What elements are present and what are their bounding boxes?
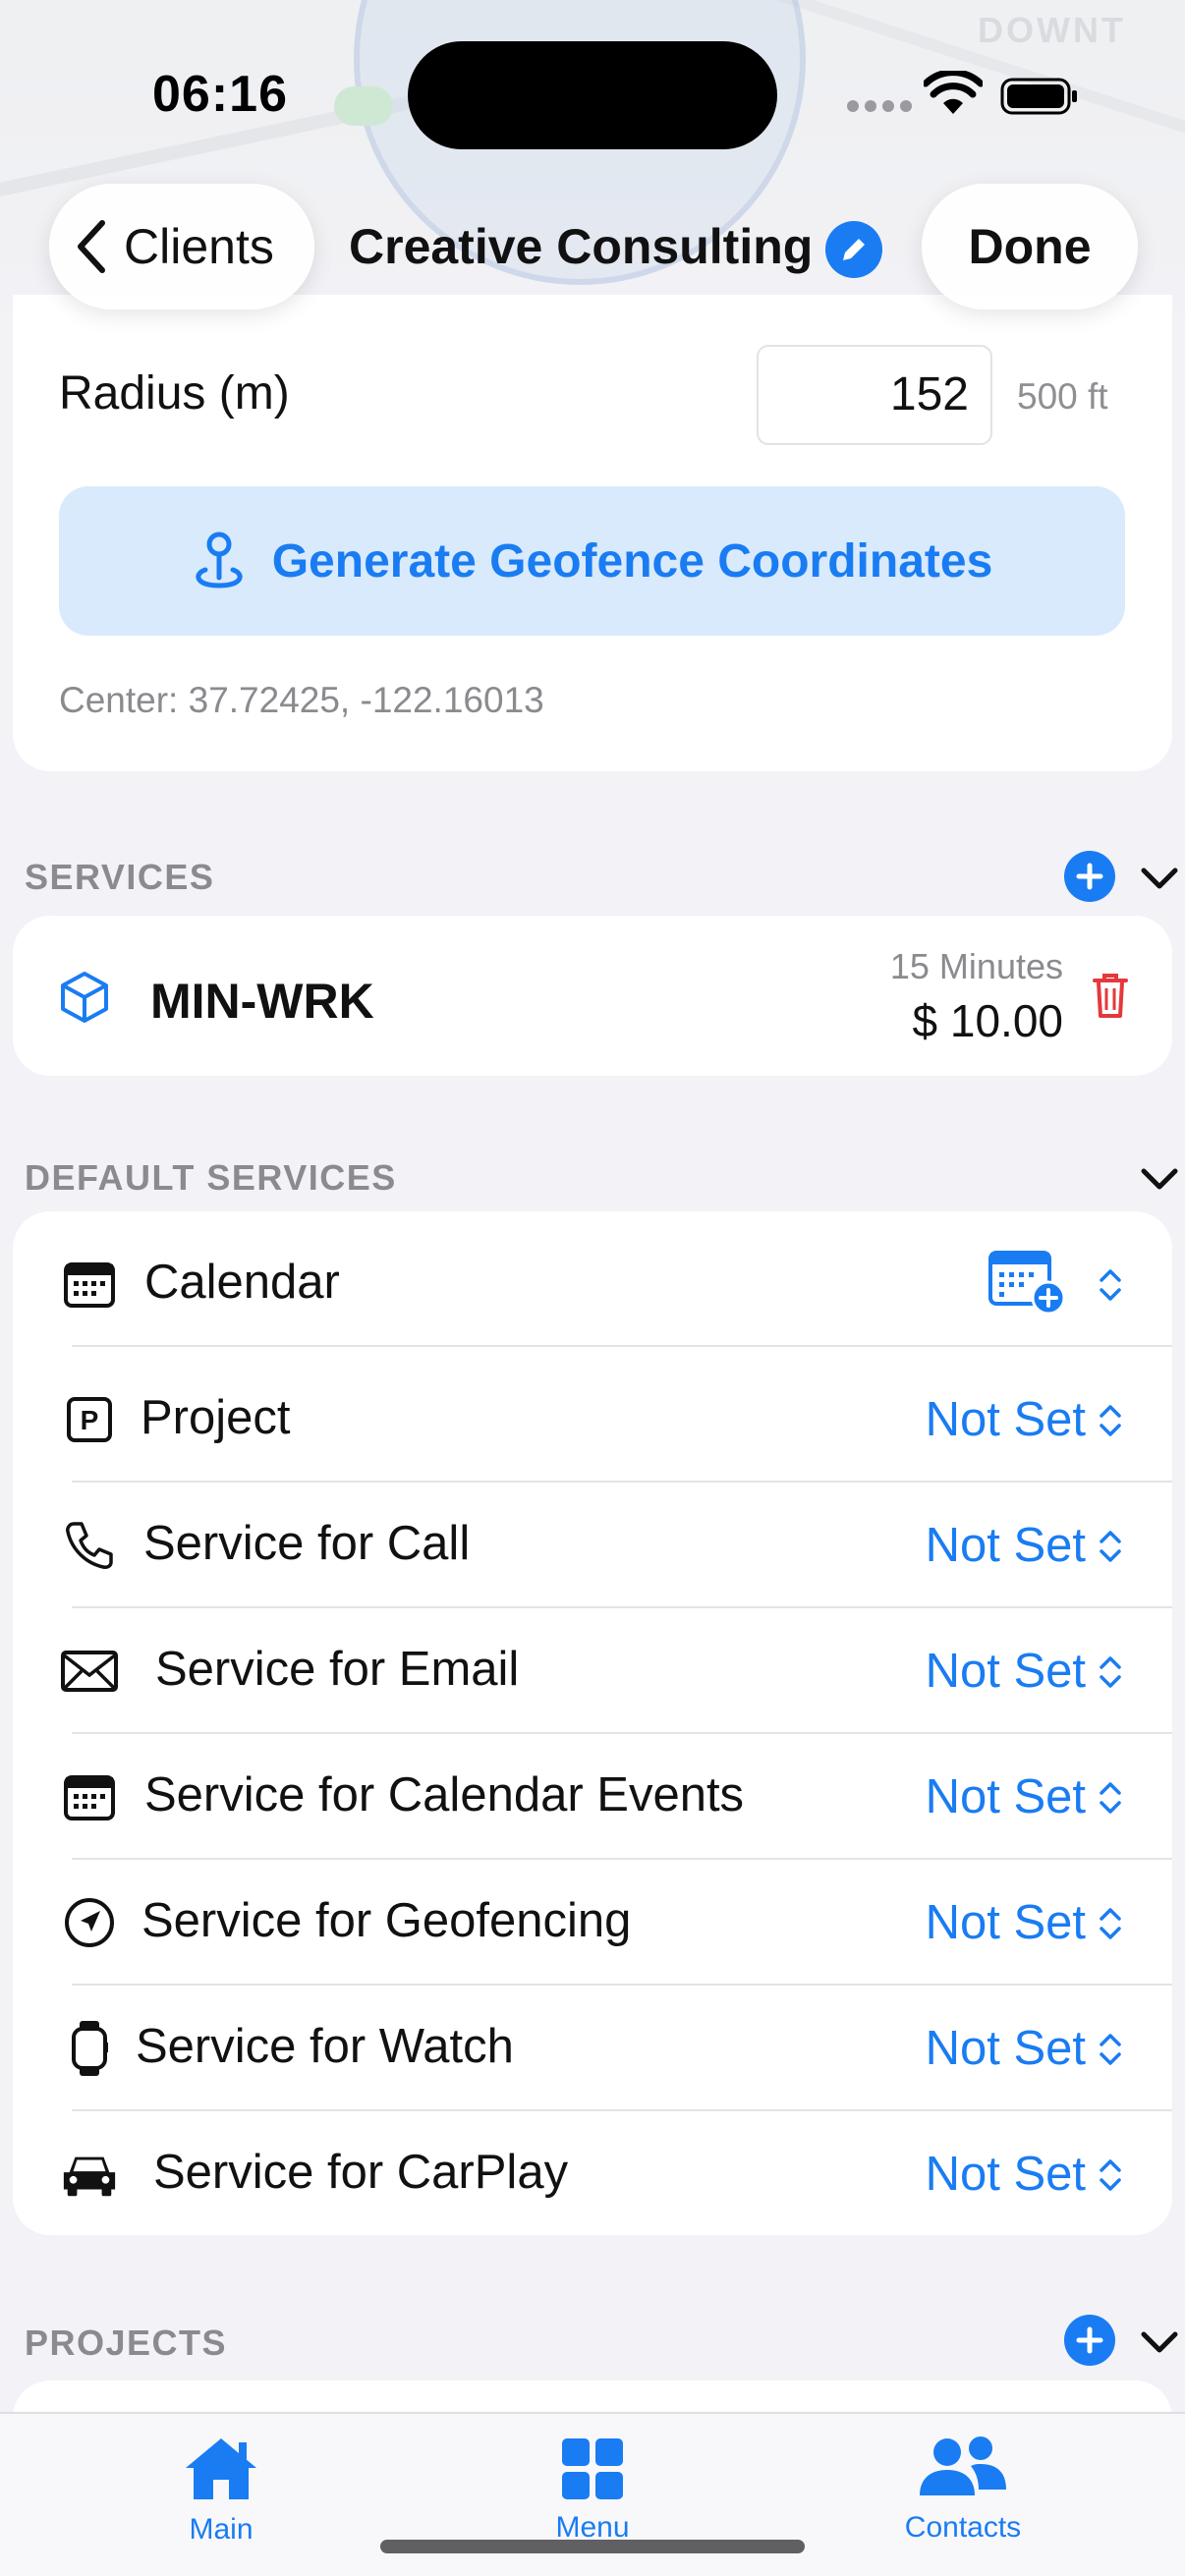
default-services-header: DEFAULT SERVICES [25,1157,397,1198]
done-button[interactable]: Done [922,184,1138,309]
projects-header: PROJECTS [25,2323,228,2363]
generate-geofence-label: Generate Geofence Coordinates [271,534,993,588]
default-service-row-call[interactable]: Service for Call Not Set [13,1483,1172,1608]
page-title: Creative Consulting [349,219,814,274]
tab-menu[interactable]: Menu [494,2433,691,2545]
dynamic-island [408,41,777,149]
service-duration: 15 Minutes [889,946,1063,986]
row-label: Service for Calendar Events [144,1768,745,1821]
chevron-updown-icon [1100,2159,1121,2191]
default-service-row-carplay[interactable]: Service for CarPlay Not Set [13,2111,1172,2237]
status-time: 06:16 [152,66,288,123]
row-label: Project [141,1391,291,1444]
not-set-value[interactable]: Not Set [926,1769,1086,1824]
plus-icon [1076,2326,1103,2354]
not-set-value[interactable]: Not Set [926,2021,1086,2076]
center-coordinates: Center: 37.72425, -122.16013 [59,680,544,720]
default-service-row-calendar[interactable]: Calendar [13,1221,1172,1347]
car-icon [60,2145,119,2204]
back-label: Clients [124,219,274,274]
edit-pencil-icon[interactable] [825,221,882,278]
cube-icon [61,972,108,1023]
not-set-value[interactable]: Not Set [926,1392,1086,1447]
tab-label: Main [189,2513,254,2546]
back-button[interactable]: Clients [49,184,314,309]
trash-icon[interactable] [1091,971,1130,1020]
tab-label: Contacts [904,2511,1022,2544]
calendar-icon [60,1255,119,1314]
envelope-icon [60,1642,119,1701]
home-indicator [380,2540,805,2553]
chevron-left-icon [78,220,105,273]
row-label: Service for Email [155,1643,520,1696]
row-label: Service for Geofencing [141,1894,632,1947]
add-service-button[interactable] [1064,851,1115,902]
default-service-row-project[interactable]: P Project Not Set [13,1357,1172,1483]
location-arrow-icon [60,1893,119,1952]
chevron-down-icon[interactable] [1138,1163,1181,1193]
chevron-updown-icon [1100,1656,1121,1688]
radius-label: Radius (m) [59,367,290,420]
row-label: Service for Watch [136,2020,514,2073]
house-icon [186,2438,256,2499]
project-p-icon: P [60,1390,119,1449]
chevron-updown-icon [1100,2034,1121,2065]
people-icon [920,2436,1006,2495]
battery-icon [1000,78,1077,115]
map-label: DOWNT [978,10,1126,50]
tab-main[interactable]: Main [123,2433,319,2547]
chevron-down-icon[interactable] [1138,2326,1181,2356]
plus-icon [1076,863,1103,890]
service-price: $ 10.00 [912,995,1063,1046]
radius-feet-label: 500 ft [1017,376,1108,417]
generate-geofence-button[interactable]: Generate Geofence Coordinates [59,486,1125,636]
geofence-pin-icon [196,532,243,588]
add-project-button[interactable] [1064,2315,1115,2366]
not-set-value[interactable]: Not Set [926,1895,1086,1950]
default-service-row-calendar-events[interactable]: Service for Calendar Events Not Set [13,1734,1172,1860]
services-header: SERVICES [25,857,215,897]
chevron-updown-icon [1100,1269,1121,1301]
chevron-down-icon[interactable] [1138,863,1181,892]
default-service-row-email[interactable]: Service for Email Not Set [13,1608,1172,1734]
chevron-updown-icon [1100,1405,1121,1436]
chevron-updown-icon [1100,1908,1121,1939]
not-set-value[interactable]: Not Set [926,1644,1086,1699]
svg-text:P: P [81,1405,99,1435]
wifi-icon [924,71,983,114]
row-label: Calendar [144,1256,340,1309]
watch-icon [60,2019,119,2078]
service-name: MIN-WRK [150,974,374,1029]
row-label: Service for Call [143,1517,471,1570]
radius-input[interactable]: 152 [757,345,992,445]
row-label: Service for CarPlay [153,2146,569,2199]
not-set-value[interactable]: Not Set [926,1518,1086,1573]
tab-contacts[interactable]: Contacts [865,2433,1061,2545]
grid-icon [562,2438,623,2499]
calendar-add-icon[interactable] [988,1247,1068,1316]
cellular-dots-icon [847,100,912,112]
default-service-row-geofencing[interactable]: Service for Geofencing Not Set [13,1860,1172,1986]
chevron-updown-icon [1100,1782,1121,1814]
default-service-row-watch[interactable]: Service for Watch Not Set [13,1986,1172,2111]
not-set-value[interactable]: Not Set [926,2147,1086,2202]
calendar-icon [60,1767,119,1826]
phone-icon [60,1516,119,1575]
chevron-updown-icon [1100,1531,1121,1562]
